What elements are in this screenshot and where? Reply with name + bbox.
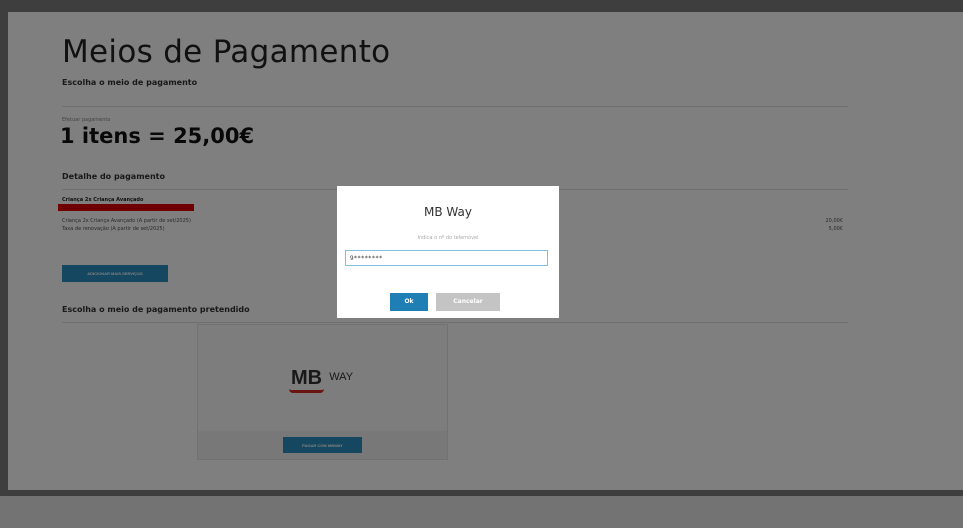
ok-button[interactable]: Ok (390, 293, 428, 311)
phone-input[interactable]: 9******** (345, 250, 548, 266)
phone-hint: Indica o nº do telemóvel (417, 235, 479, 241)
cancel-button[interactable]: Cancelar (436, 293, 500, 311)
mbway-modal: MB Way Indica o nº do telemóvel 9*******… (337, 186, 559, 318)
modal-title: MB Way (424, 205, 472, 219)
